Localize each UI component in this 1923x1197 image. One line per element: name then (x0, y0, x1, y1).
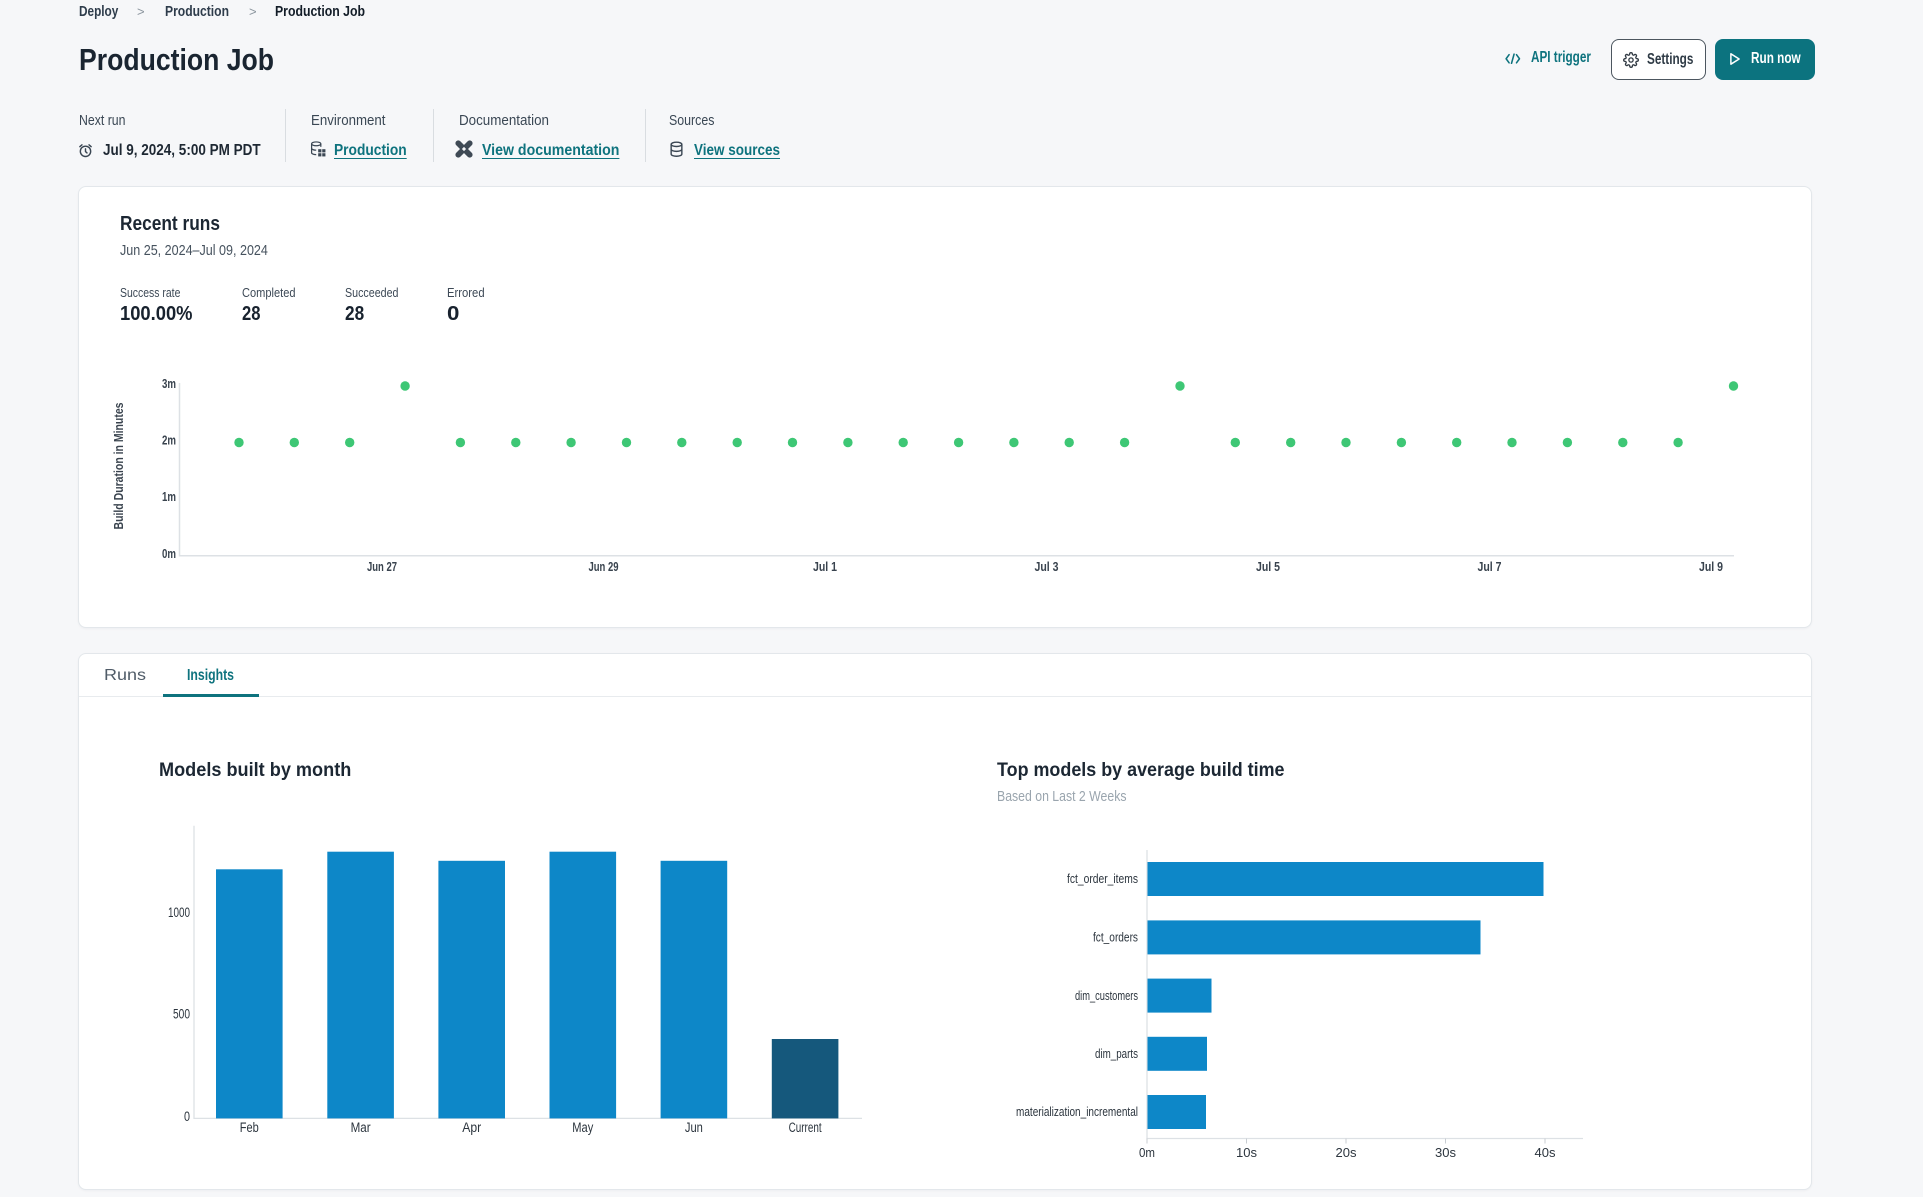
svg-text:dim_customers: dim_customers (1075, 988, 1138, 1003)
svg-text:10s: 10s (1236, 1145, 1257, 1160)
svg-text:fct_order_items: fct_order_items (1067, 871, 1138, 886)
svg-text:0: 0 (184, 1109, 190, 1124)
svg-text:30s: 30s (1435, 1145, 1456, 1160)
svg-text:1000: 1000 (168, 905, 190, 920)
svg-text:0m: 0m (1139, 1145, 1155, 1160)
svg-text:dim_parts: dim_parts (1095, 1046, 1138, 1061)
svg-text:Jun 29: Jun 29 (589, 559, 619, 574)
svg-text:40s: 40s (1535, 1145, 1556, 1160)
svg-text:20s: 20s (1336, 1145, 1357, 1160)
svg-text:0m: 0m (162, 546, 176, 561)
svg-text:Current: Current (789, 1120, 822, 1135)
svg-text:fct_orders: fct_orders (1093, 930, 1138, 945)
svg-text:Feb: Feb (240, 1120, 259, 1135)
svg-text:Jul 5: Jul 5 (1256, 559, 1280, 574)
svg-text:1m: 1m (162, 489, 176, 504)
svg-text:Mar: Mar (351, 1120, 371, 1135)
svg-text:Jul 7: Jul 7 (1478, 559, 1502, 574)
svg-text:500: 500 (173, 1007, 190, 1022)
svg-text:2m: 2m (162, 433, 176, 448)
svg-text:Build Duration in Minutes: Build Duration in Minutes (111, 403, 126, 530)
svg-text:Jul 1: Jul 1 (813, 559, 837, 574)
svg-text:May: May (572, 1120, 593, 1135)
svg-text:Jun 27: Jun 27 (367, 559, 397, 574)
svg-text:3m: 3m (162, 376, 176, 391)
svg-text:Apr: Apr (462, 1120, 481, 1135)
svg-text:Jul 3: Jul 3 (1035, 559, 1059, 574)
svg-text:materialization_incremental: materialization_incremental (1016, 1104, 1138, 1119)
svg-text:Jul 9: Jul 9 (1699, 559, 1723, 574)
svg-text:Jun: Jun (685, 1120, 703, 1135)
